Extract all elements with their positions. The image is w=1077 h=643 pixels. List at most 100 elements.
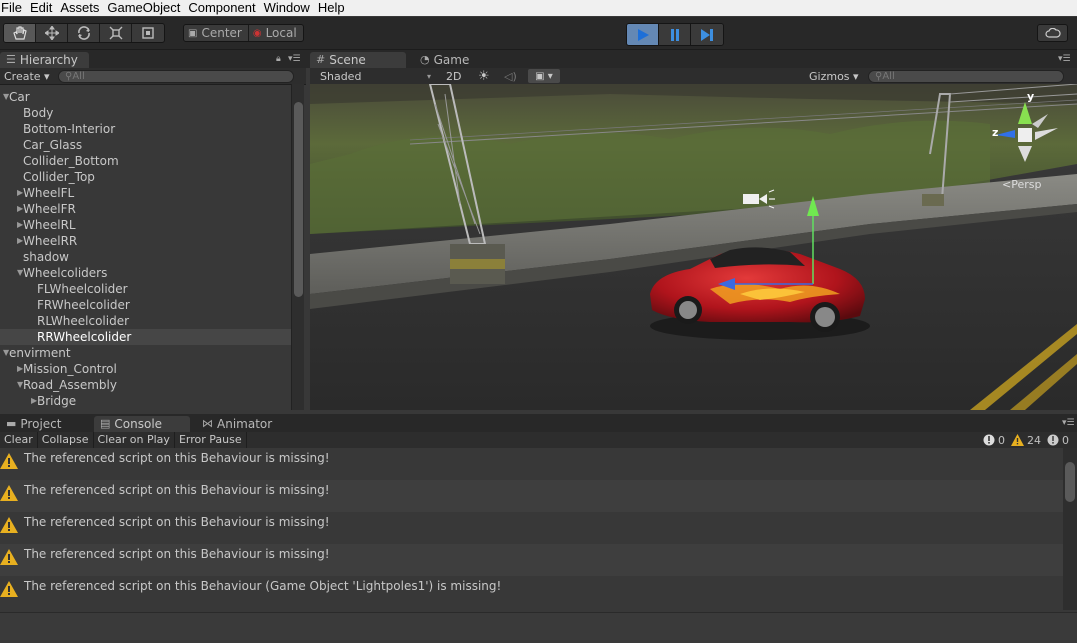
- scrollbar-thumb[interactable]: [1065, 462, 1075, 502]
- menu-edit[interactable]: Edit: [29, 0, 59, 16]
- lock-icon[interactable]: 🔒︎: [276, 54, 281, 64]
- console-error-pause-button[interactable]: Error Pause: [175, 432, 247, 448]
- menu-help[interactable]: Help: [317, 0, 352, 16]
- tab-project[interactable]: ▬ Project: [0, 416, 88, 432]
- log-entry[interactable]: The referenced script on this Behaviour …: [0, 544, 1063, 576]
- hand-tool-button[interactable]: [4, 24, 36, 42]
- mode-2d-toggle[interactable]: 2D: [446, 70, 461, 83]
- tab-animator[interactable]: ⋈ Animator: [196, 416, 286, 432]
- tab-scene-label: Scene: [329, 53, 366, 67]
- hierarchy-item[interactable]: ▶ Bridge: [0, 393, 291, 409]
- pause-button[interactable]: [659, 24, 691, 45]
- tab-game[interactable]: ◔ Game: [414, 52, 494, 68]
- pivot-local-button[interactable]: ◉ Local: [249, 25, 303, 41]
- hierarchy-item-label: Mission_Control: [23, 362, 117, 376]
- hierarchy-item[interactable]: Car_Glass: [0, 137, 291, 153]
- scale-icon: [109, 26, 122, 40]
- hierarchy-item[interactable]: ▼ envirment: [0, 345, 291, 361]
- console-collapse-button[interactable]: Collapse: [38, 432, 94, 448]
- tab-console-label: Console: [114, 417, 163, 431]
- log-entry[interactable]: The referenced script on this Behaviour …: [0, 576, 1063, 608]
- scene-toolbar: Shaded ▾ 2D ☀ ◁) ▣ ▾ Gizmos ▾ ⚲All: [310, 68, 1077, 85]
- console-log: The referenced script on this Behaviour …: [0, 448, 1063, 610]
- hierarchy-item[interactable]: ▼ Wheelcoliders: [0, 265, 291, 281]
- hierarchy-item[interactable]: RLWheelcolider: [0, 313, 291, 329]
- pause-icon: [670, 28, 679, 41]
- shading-dropdown[interactable]: Shaded: [320, 70, 361, 83]
- pivot-icon: ▣: [188, 27, 198, 39]
- scrollbar-thumb[interactable]: [294, 102, 303, 297]
- scene-menu-icon[interactable]: ▾☰: [1058, 54, 1071, 64]
- hierarchy-item-label: WheelFR: [23, 202, 76, 216]
- menu-component[interactable]: Component: [187, 0, 262, 16]
- hierarchy-item[interactable]: Bottom-Interior: [0, 121, 291, 137]
- hierarchy-item[interactable]: Body: [0, 105, 291, 121]
- console-icon: ▤: [100, 417, 111, 430]
- menu-assets[interactable]: Assets: [59, 0, 106, 16]
- chevron-down-icon: ▾: [427, 71, 432, 81]
- scale-tool-button[interactable]: [100, 24, 132, 42]
- hierarchy-item-label: Car: [9, 90, 30, 104]
- hierarchy-item-label: shadow: [23, 250, 69, 264]
- rect-tool-button[interactable]: [132, 24, 164, 42]
- warning-icon: [0, 549, 18, 565]
- play-icon: [637, 28, 649, 41]
- log-entry[interactable]: The referenced script on this Behaviour …: [0, 512, 1063, 544]
- hierarchy-item[interactable]: ▶ WheelFL: [0, 185, 291, 201]
- hierarchy-tabstrip: ☰ Hierarchy 🔒︎ ▾☰: [0, 50, 306, 68]
- tab-hierarchy[interactable]: ☰ Hierarchy: [0, 52, 89, 68]
- info-toggle[interactable]: 0: [983, 434, 1005, 447]
- gizmos-dropdown[interactable]: Gizmos ▾: [809, 70, 859, 83]
- hierarchy-item[interactable]: ▶ Mission_Control: [0, 361, 291, 377]
- audio-icon[interactable]: ◁): [504, 70, 517, 83]
- scene-search-input[interactable]: ⚲All: [868, 70, 1064, 83]
- lighting-icon[interactable]: ☀: [478, 69, 490, 84]
- error-toggle[interactable]: 0: [1047, 434, 1069, 447]
- effects-toggle[interactable]: ▣ ▾: [528, 69, 560, 83]
- hierarchy-item[interactable]: FLWheelcolider: [0, 281, 291, 297]
- hierarchy-item-label: Wheelcoliders: [23, 266, 108, 280]
- warning-icon: [0, 453, 18, 469]
- menu-gameobject[interactable]: GameObject: [106, 0, 187, 16]
- warning-icon: [1011, 434, 1024, 446]
- step-button[interactable]: [691, 24, 723, 45]
- hierarchy-item[interactable]: ▶ WheelFR: [0, 201, 291, 217]
- log-entry[interactable]: The referenced script on this Behaviour …: [0, 448, 1063, 480]
- hierarchy-item[interactable]: shadow: [0, 249, 291, 265]
- hierarchy-item[interactable]: Collider_Top: [0, 169, 291, 185]
- hierarchy-search-input[interactable]: ⚲All: [58, 70, 294, 83]
- rotate-tool-button[interactable]: [68, 24, 100, 42]
- hierarchy-item-label: Bridge: [37, 394, 77, 408]
- menu-window[interactable]: Window: [263, 0, 317, 16]
- hierarchy-item[interactable]: Collider_Bottom: [0, 153, 291, 169]
- scene-render: [310, 84, 1077, 410]
- hierarchy-item-label: WheelFL: [23, 186, 75, 200]
- hierarchy-item-label: RLWheelcolider: [37, 314, 130, 328]
- status-bar: [0, 612, 1077, 643]
- hierarchy-item[interactable]: ▼ Car: [0, 89, 291, 105]
- log-entry[interactable]: The referenced script on this Behaviour …: [0, 480, 1063, 512]
- persp-label[interactable]: <Persp: [1002, 178, 1041, 191]
- panel-menu-icon[interactable]: ▾☰: [288, 54, 301, 64]
- hand-icon: [12, 26, 27, 40]
- console-clear-button[interactable]: Clear: [0, 432, 38, 448]
- hierarchy-item[interactable]: ▶ WheelRL: [0, 217, 291, 233]
- play-button[interactable]: [627, 24, 659, 45]
- pivot-center-button[interactable]: ▣ Center: [184, 25, 249, 41]
- hierarchy-scrollbar[interactable]: [291, 84, 304, 410]
- hierarchy-item[interactable]: ▼ Road_Assembly: [0, 377, 291, 393]
- tab-console[interactable]: ▤ Console: [94, 416, 190, 432]
- create-dropdown[interactable]: Create ▾: [0, 70, 50, 83]
- warn-toggle[interactable]: 24: [1011, 434, 1041, 447]
- tab-scene[interactable]: # Scene: [310, 52, 406, 68]
- move-tool-button[interactable]: [36, 24, 68, 42]
- hierarchy-item[interactable]: ▶ WheelRR: [0, 233, 291, 249]
- cloud-button[interactable]: [1037, 24, 1068, 42]
- scene-viewport[interactable]: y z <Persp: [310, 84, 1077, 410]
- menu-file[interactable]: File: [0, 0, 29, 16]
- hierarchy-item[interactable]: RRWheelcolider: [0, 329, 291, 345]
- console-scrollbar[interactable]: [1063, 448, 1077, 610]
- console-clear-on-play-button[interactable]: Clear on Play: [94, 432, 175, 448]
- console-menu-icon[interactable]: ▾☰: [1062, 418, 1075, 428]
- hierarchy-item[interactable]: FRWheelcolider: [0, 297, 291, 313]
